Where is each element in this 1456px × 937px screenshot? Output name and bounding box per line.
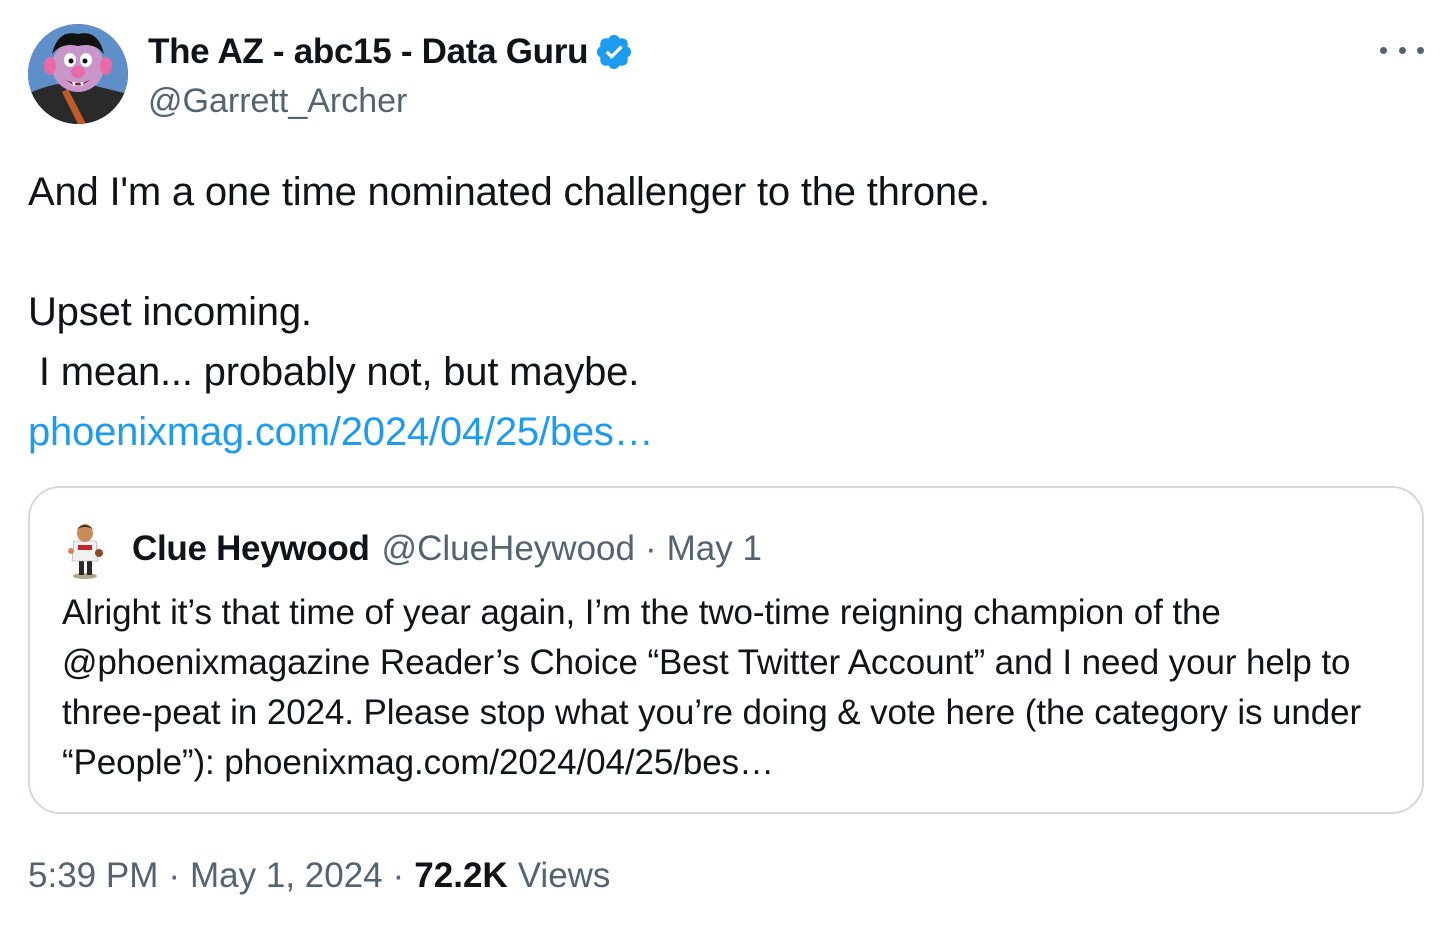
tweet-footer: 5:39 PM · May 1, 2024 · 72.2K Views [28,856,610,896]
tweet-date[interactable]: May 1, 2024 [190,856,383,896]
author-name-row: The AZ - abc15 - Data Guru [148,28,634,76]
tweet-text: And I'm a one time nominated challenger … [28,162,1428,462]
quoted-tweet-card[interactable]: Clue Heywood @ClueHeywood · May 1 Alrigh… [28,486,1424,814]
tweet-link[interactable]: phoenixmag.com/2024/04/25/bes… [28,410,654,454]
views-label[interactable]: Views [518,856,611,896]
quoted-date[interactable]: May 1 [667,529,762,569]
quoted-author-avatar[interactable] [60,519,110,579]
author-avatar[interactable] [28,24,128,124]
quoted-tweet-text: Alright it’s that time of year again, I’… [62,593,1362,782]
tweet-time[interactable]: 5:39 PM [28,856,158,896]
more-dot [1380,46,1387,54]
quoted-separator: · [644,529,657,568]
tweet-header: The AZ - abc15 - Data Guru @Garrett_Arch… [28,24,1428,128]
tweet-text-line: Upset incoming. [28,290,312,334]
views-count[interactable]: 72.2K [414,856,507,896]
more-horizontal-icon[interactable] [1380,38,1424,62]
author-handle[interactable]: @Garrett_Archer [148,82,407,121]
more-dot [1417,46,1424,54]
verified-badge-icon[interactable] [594,32,634,72]
more-dot [1398,46,1406,54]
quoted-tweet-header: Clue Heywood @ClueHeywood · May 1 [60,519,762,579]
author-name[interactable]: The AZ - abc15 - Data Guru [148,32,588,72]
quoted-author-name[interactable]: Clue Heywood [132,529,370,569]
tweet-text-line: I mean... probably not, but maybe. [28,350,640,394]
footer-separator: · [392,856,405,895]
quoted-author-handle[interactable]: @ClueHeywood [382,529,635,569]
footer-separator: · [168,856,181,895]
tweet-text-line: And I'm a one time nominated challenger … [28,170,990,214]
